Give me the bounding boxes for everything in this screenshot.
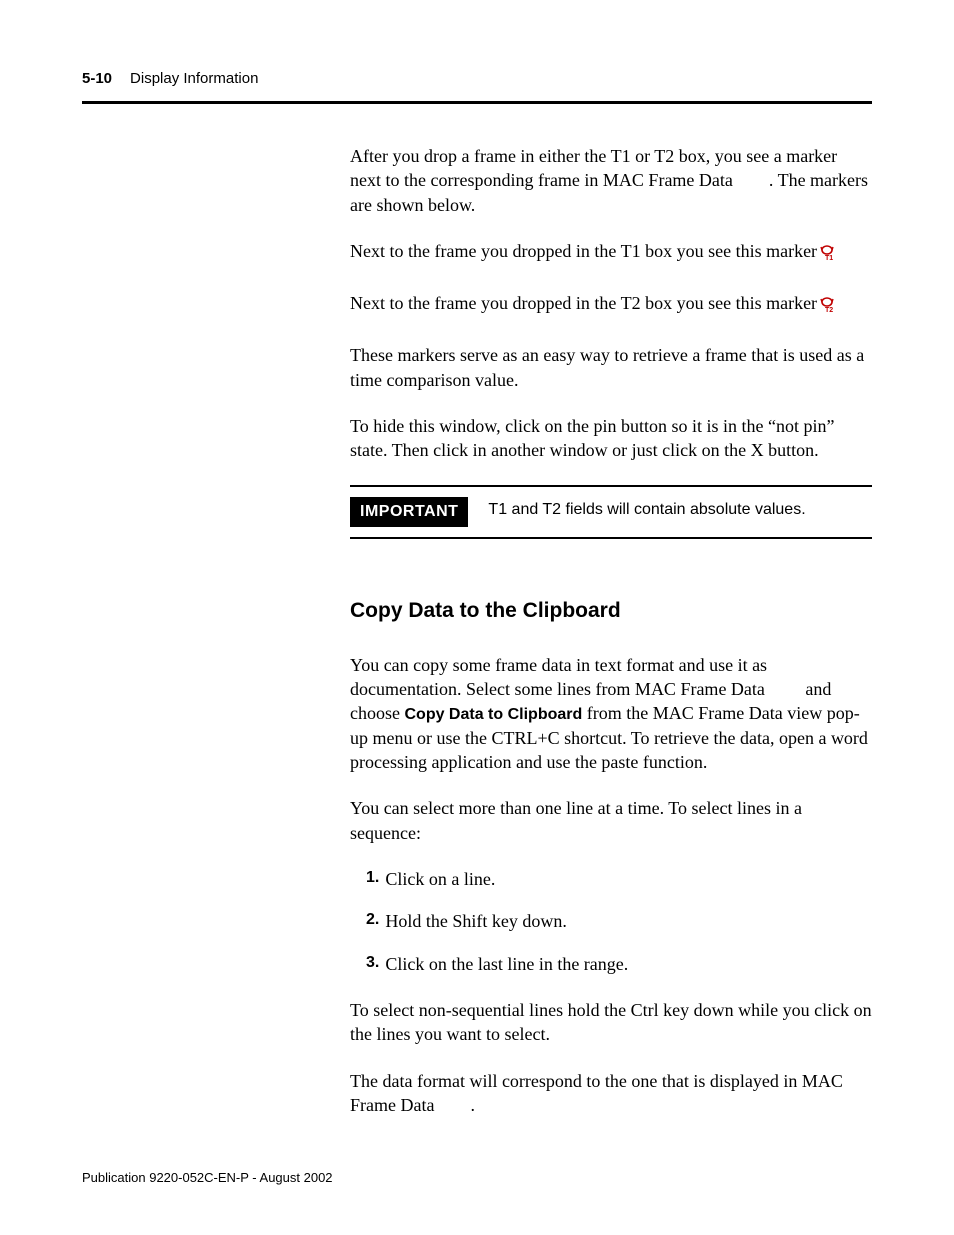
t2-marker-text: Next to the frame you dropped in the T2 … xyxy=(350,291,817,315)
main-content: After you drop a frame in either the T1 … xyxy=(350,144,872,1117)
paragraph: You can select more than one line at a t… xyxy=(350,796,872,845)
t2-marker-line: Next to the frame you dropped in the T2 … xyxy=(350,291,872,315)
paragraph: To hide this window, click on the pin bu… xyxy=(350,414,872,463)
step-number: 3. xyxy=(366,952,379,976)
important-callout: IMPORTANT T1 and T2 fields will contain … xyxy=(350,485,872,539)
paragraph: To select non-sequential lines hold the … xyxy=(350,998,872,1047)
page: 5-10 Display Information After you drop … xyxy=(0,0,954,1235)
section-name: Display Information xyxy=(130,70,258,87)
header-rule xyxy=(82,101,872,104)
t2-marker-icon: T2 xyxy=(819,295,835,311)
important-label: IMPORTANT xyxy=(350,497,468,527)
steps-list: 1.Click on a line. 2.Hold the Shift key … xyxy=(366,867,872,976)
list-item: 3.Click on the last line in the range. xyxy=(366,952,872,976)
t1-marker-icon: T1 xyxy=(819,243,835,259)
svg-text:T2: T2 xyxy=(825,307,833,313)
step-text: Hold the Shift key down. xyxy=(385,909,567,933)
paragraph: The data format will correspond to the o… xyxy=(350,1069,872,1118)
step-text: Click on the last line in the range. xyxy=(385,952,628,976)
paragraph: You can copy some frame data in text for… xyxy=(350,653,872,775)
important-text: T1 and T2 fields will contain absolute v… xyxy=(488,497,805,521)
step-text: Click on a line. xyxy=(385,867,495,891)
t1-marker-text: Next to the frame you dropped in the T1 … xyxy=(350,239,817,263)
list-item: 1.Click on a line. xyxy=(366,867,872,891)
page-header: 5-10 Display Information xyxy=(82,70,872,97)
subheading-copy-data: Copy Data to the Clipboard xyxy=(350,599,872,623)
svg-text:T1: T1 xyxy=(825,255,833,261)
list-item: 2.Hold the Shift key down. xyxy=(366,909,872,933)
menu-command-label: Copy Data to Clipboard xyxy=(404,706,582,723)
t1-marker-line: Next to the frame you dropped in the T1 … xyxy=(350,239,872,263)
paragraph: After you drop a frame in either the T1 … xyxy=(350,144,872,217)
paragraph: These markers serve as an easy way to re… xyxy=(350,343,872,392)
page-number: 5-10 xyxy=(82,70,112,87)
step-number: 1. xyxy=(366,867,379,891)
step-number: 2. xyxy=(366,909,379,933)
publication-footer: Publication 9220-052C-EN-P - August 2002 xyxy=(82,1170,333,1185)
